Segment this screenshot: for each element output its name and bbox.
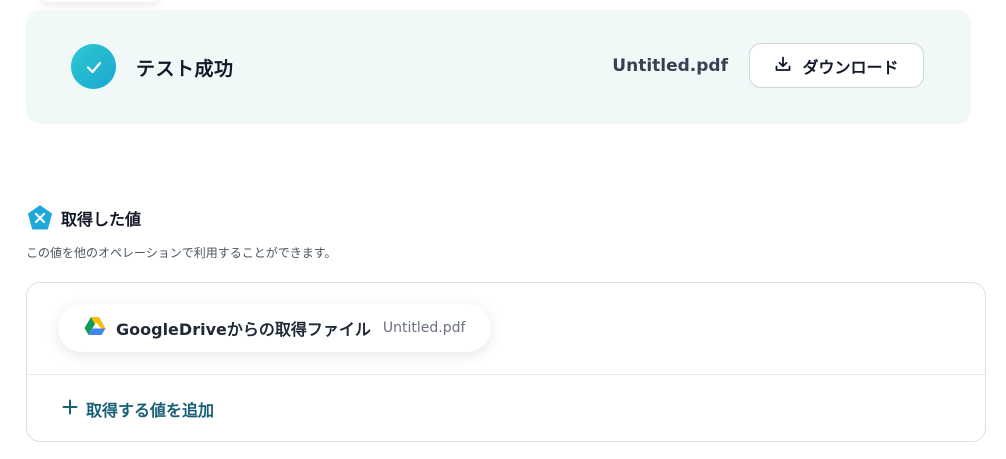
acquired-values-card: GoogleDriveからの取得ファイル Untitled.pdf 取得する値を… <box>26 282 986 442</box>
acquired-values-header: 取得した値 <box>27 205 141 231</box>
test-status-label: テスト成功 <box>136 58 234 80</box>
divider <box>27 374 985 375</box>
partial-card-shadow <box>40 0 160 2</box>
section-description: この値を他のオペレーションで利用することができます。 <box>26 246 337 260</box>
add-value-button[interactable]: 取得する値を追加 <box>62 397 214 421</box>
section-title: 取得した値 <box>61 210 142 229</box>
test-result-panel: テスト成功 Untitled.pdf ダウンロード <box>26 10 971 124</box>
download-label: ダウンロード <box>802 57 899 77</box>
add-value-label: 取得する値を追加 <box>86 401 215 420</box>
download-button[interactable]: ダウンロード <box>749 43 924 88</box>
download-icon <box>774 55 792 77</box>
value-chip-value: Untitled.pdf <box>382 320 466 336</box>
value-chip-label: GoogleDriveからの取得ファイル <box>116 320 371 339</box>
google-drive-icon <box>84 316 106 340</box>
yoom-variable-icon <box>27 205 53 231</box>
result-file-name: Untitled.pdf <box>612 56 728 76</box>
check-icon <box>71 44 116 89</box>
value-chip[interactable]: GoogleDriveからの取得ファイル Untitled.pdf <box>58 304 492 352</box>
plus-icon <box>62 399 78 419</box>
